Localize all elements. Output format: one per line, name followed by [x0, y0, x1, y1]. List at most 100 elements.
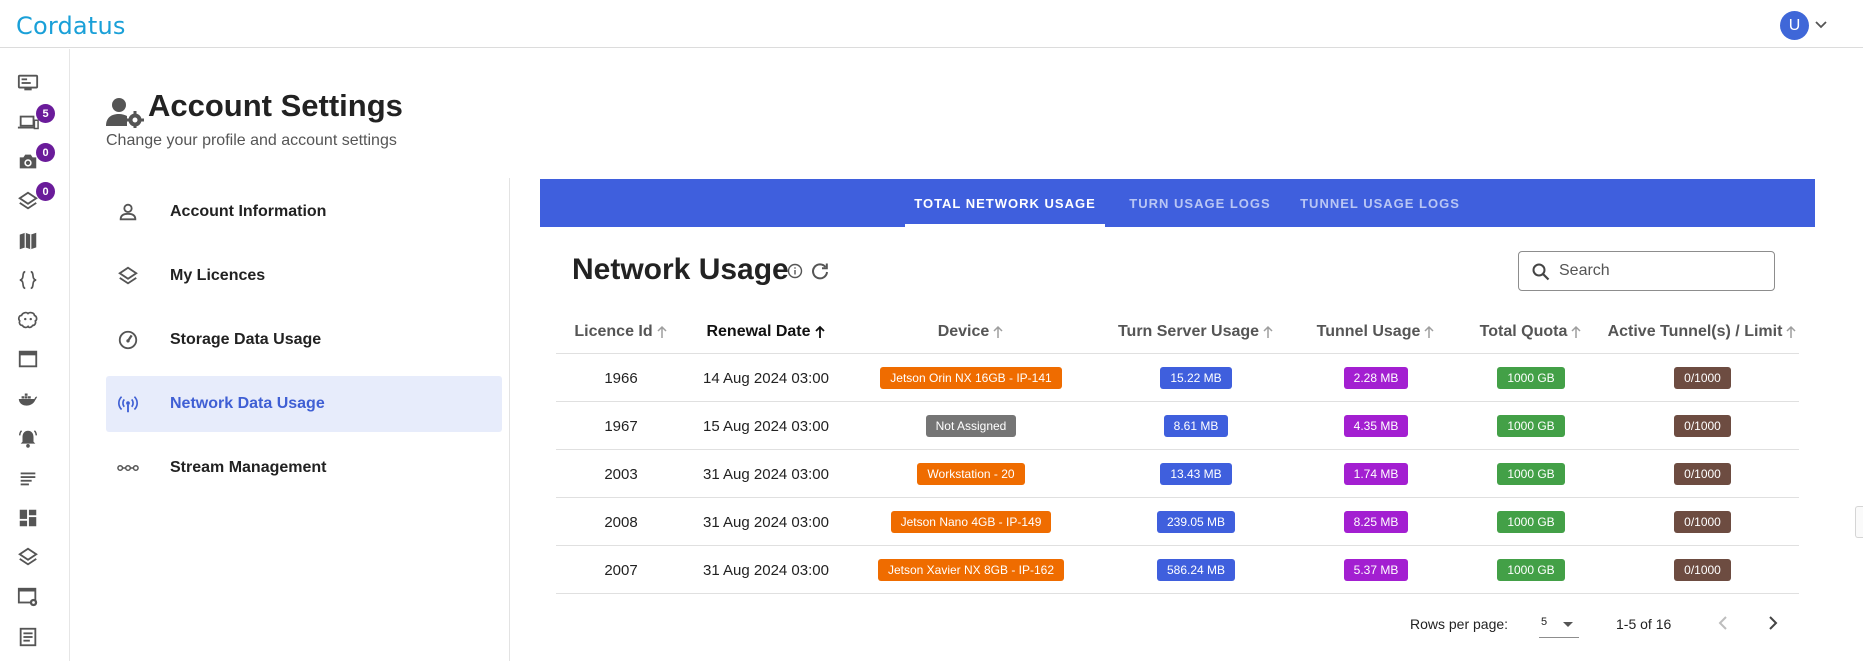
sort-arrow-icon	[993, 325, 1003, 338]
nav-item-stream-management[interactable]: Stream Management	[106, 440, 502, 496]
device-chip[interactable]: Jetson Nano 4GB - IP-149	[890, 511, 1052, 533]
nav-item-label: Stream Management	[170, 459, 327, 476]
column-header-device[interactable]: Device	[846, 310, 1096, 354]
person-icon	[116, 200, 140, 224]
text-lines-icon[interactable]	[14, 464, 42, 492]
sort-arrow-icon	[1424, 325, 1434, 338]
sort-arrow-icon	[1571, 325, 1581, 338]
turn-usage-chip: 13.43 MB	[1160, 463, 1232, 485]
tunnel-usage-cell: 1.74 MB	[1296, 450, 1456, 498]
nav-item-account-information[interactable]: Account Information	[106, 184, 502, 240]
column-header-turn-server-usage[interactable]: Turn Server Usage	[1096, 310, 1296, 354]
rows-per-page-value: 5	[1541, 616, 1548, 628]
bell-alert-icon[interactable]	[14, 425, 42, 453]
turn-usage-chip: 239.05 MB	[1156, 511, 1236, 533]
tunnel-usage-cell: 5.37 MB	[1296, 546, 1456, 594]
layers-icon	[116, 264, 140, 288]
browser-window-icon[interactable]	[14, 345, 42, 373]
nav-item-label: Account Information	[170, 203, 327, 220]
document-list-icon[interactable]	[14, 623, 42, 651]
renewal-date-cell: 31 Aug 2024 03:00	[703, 561, 829, 579]
nav-item-storage-data-usage[interactable]: Storage Data Usage	[106, 312, 502, 368]
layers-outline-icon[interactable]	[14, 543, 42, 571]
window-cog-icon[interactable]	[14, 583, 42, 611]
active-tunnels-chip: 0/1000	[1674, 511, 1731, 533]
tunnel-usage-cell: 2.28 MB	[1296, 354, 1456, 402]
search-input[interactable]	[1559, 260, 1759, 282]
dashboard-tiles-icon[interactable]	[14, 504, 42, 532]
stream-nodes-icon	[116, 456, 140, 480]
device-cell: Jetson Nano 4GB - IP-149	[846, 498, 1096, 546]
refresh-icon[interactable]	[810, 261, 830, 281]
column-header-renewal-date[interactable]: Renewal Date	[686, 310, 846, 354]
chevron-down-icon[interactable]	[1813, 16, 1829, 32]
column-header-active-tunnels-limit[interactable]: Active Tunnel(s) / Limit	[1606, 310, 1799, 354]
device-cell: Workstation - 20	[846, 450, 1096, 498]
column-header-label: Total Quota	[1479, 323, 1568, 340]
nav-item-network-data-usage[interactable]: Network Data Usage	[106, 376, 502, 432]
device-chip[interactable]: Workstation - 20	[917, 463, 1025, 485]
app-logo[interactable]: Cordatus	[16, 12, 126, 40]
column-header-label: Turn Server Usage	[1117, 323, 1260, 340]
column-header-label: Licence Id	[574, 323, 653, 340]
user-avatar[interactable]: U	[1780, 11, 1809, 40]
total-quota-chip: 1000 GB	[1497, 559, 1565, 581]
nav-item-label: Network Data Usage	[170, 395, 325, 412]
tab-tunnel-usage-logs[interactable]: TUNNEL USAGE LOGS	[1288, 179, 1472, 227]
speedometer-icon	[116, 328, 140, 352]
info-icon[interactable]	[787, 263, 803, 279]
total-quota-chip: 1000 GB	[1497, 415, 1565, 437]
tunnel-usage-chip: 4.35 MB	[1343, 415, 1409, 437]
tunnel-usage-chip: 2.28 MB	[1343, 367, 1409, 389]
search-icon	[1532, 263, 1550, 281]
licence-id-cell: 1967	[604, 417, 638, 435]
map-icon[interactable]	[14, 227, 42, 255]
active-tunnels-cell: 0/1000	[1606, 402, 1799, 450]
table-row: 2007 31 Aug 2024 03:00 Jetson Xavier NX …	[556, 546, 1799, 594]
active-tunnels-cell: 0/1000	[1606, 546, 1799, 594]
page-subtitle: Change your profile and account settings	[106, 132, 397, 149]
monitor-dashboard-icon[interactable]	[14, 69, 42, 97]
column-header-total-quota[interactable]: Total Quota	[1456, 310, 1606, 354]
chevron-right-icon[interactable]	[1763, 613, 1783, 633]
side-drawer-handle[interactable]	[1855, 506, 1863, 538]
column-header-tunnel-usage[interactable]: Tunnel Usage	[1296, 310, 1456, 354]
table-header: Licence Id Renewal Date Device Turn Serv…	[556, 310, 1799, 354]
tab-turn-usage-logs[interactable]: TURN USAGE LOGS	[1112, 179, 1288, 227]
total-quota-cell: 1000 GB	[1456, 546, 1606, 594]
turn-usage-chip: 586.24 MB	[1156, 559, 1236, 581]
column-header-licence-id[interactable]: Licence Id	[556, 310, 686, 354]
nav-item-my-licences[interactable]: My Licences	[106, 248, 502, 304]
turn-usage-chip: 8.61 MB	[1163, 415, 1229, 437]
docker-icon[interactable]	[14, 385, 42, 413]
brain-icon[interactable]	[14, 306, 42, 334]
device-chip[interactable]: Jetson Xavier NX 8GB - IP-162	[877, 559, 1065, 581]
broadcast-antenna-icon	[116, 392, 140, 416]
tab-total-network-usage[interactable]: TOTAL NETWORK USAGE	[905, 179, 1105, 227]
camera-count-badge: 0	[36, 143, 55, 162]
usage-tabs: TOTAL NETWORK USAGE TURN USAGE LOGS TUNN…	[540, 179, 1815, 227]
active-tunnels-chip: 0/1000	[1674, 415, 1731, 437]
licence-id-cell: 2003	[604, 465, 638, 483]
account-cog-icon	[106, 98, 144, 128]
rows-per-page-select[interactable]: 5	[1539, 610, 1579, 638]
tunnel-usage-cell: 4.35 MB	[1296, 402, 1456, 450]
nav-item-label: My Licences	[170, 267, 266, 284]
renewal-date-cell: 31 Aug 2024 03:00	[703, 465, 829, 483]
search-field[interactable]	[1518, 251, 1775, 291]
column-header-label: Device	[937, 323, 990, 340]
total-quota-cell: 1000 GB	[1456, 354, 1606, 402]
caret-down-icon	[1563, 622, 1573, 627]
device-chip[interactable]: Jetson Orin NX 16GB - IP-141	[880, 367, 1062, 389]
column-header-label: Renewal Date	[706, 323, 811, 340]
renewal-date-cell: 31 Aug 2024 03:00	[703, 513, 829, 531]
turn-usage-cell: 8.61 MB	[1096, 402, 1296, 450]
rows-per-page-label: Rows per page:	[1410, 616, 1509, 632]
code-braces-icon[interactable]	[14, 266, 42, 294]
total-quota-chip: 1000 GB	[1497, 367, 1565, 389]
turn-usage-cell: 239.05 MB	[1096, 498, 1296, 546]
device-not-assigned-chip[interactable]: Not Assigned	[925, 415, 1017, 437]
chevron-left-icon[interactable]	[1713, 613, 1733, 633]
licence-id-cell: 2008	[604, 513, 638, 531]
turn-usage-chip: 15.22 MB	[1160, 367, 1232, 389]
